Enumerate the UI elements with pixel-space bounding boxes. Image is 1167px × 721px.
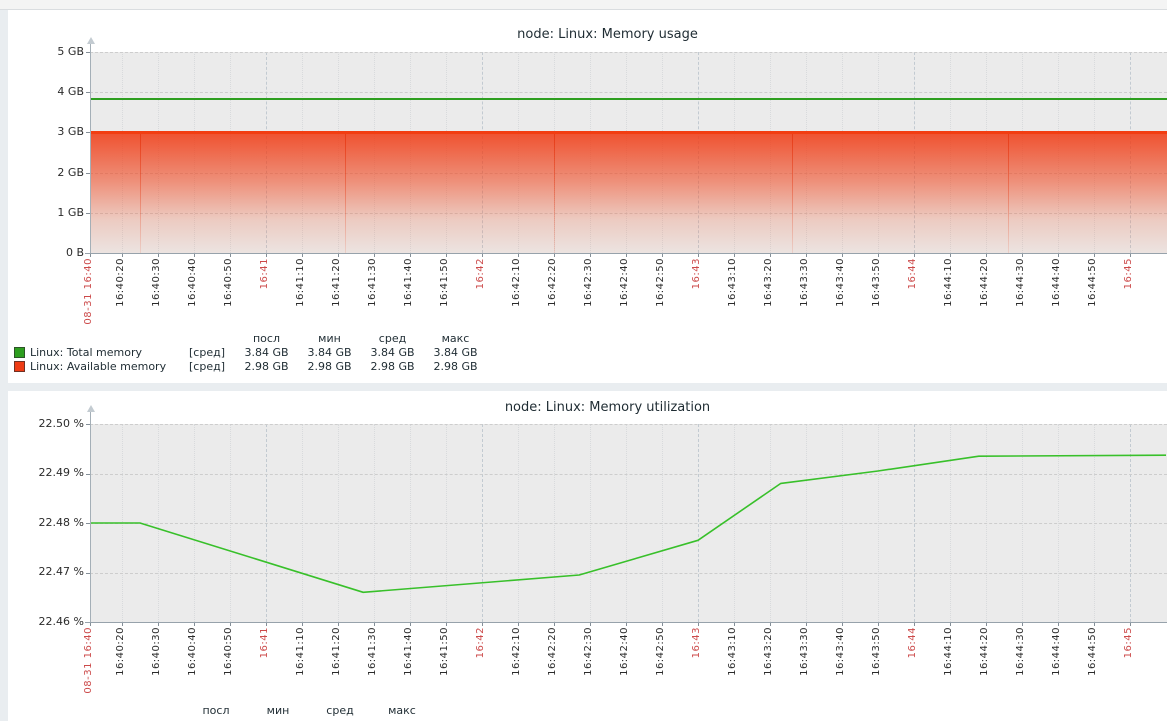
plot-area-memory-utilization[interactable] bbox=[90, 424, 1167, 622]
top-chrome-bar bbox=[0, 0, 1167, 10]
plot-area-memory-usage[interactable] bbox=[90, 52, 1167, 253]
